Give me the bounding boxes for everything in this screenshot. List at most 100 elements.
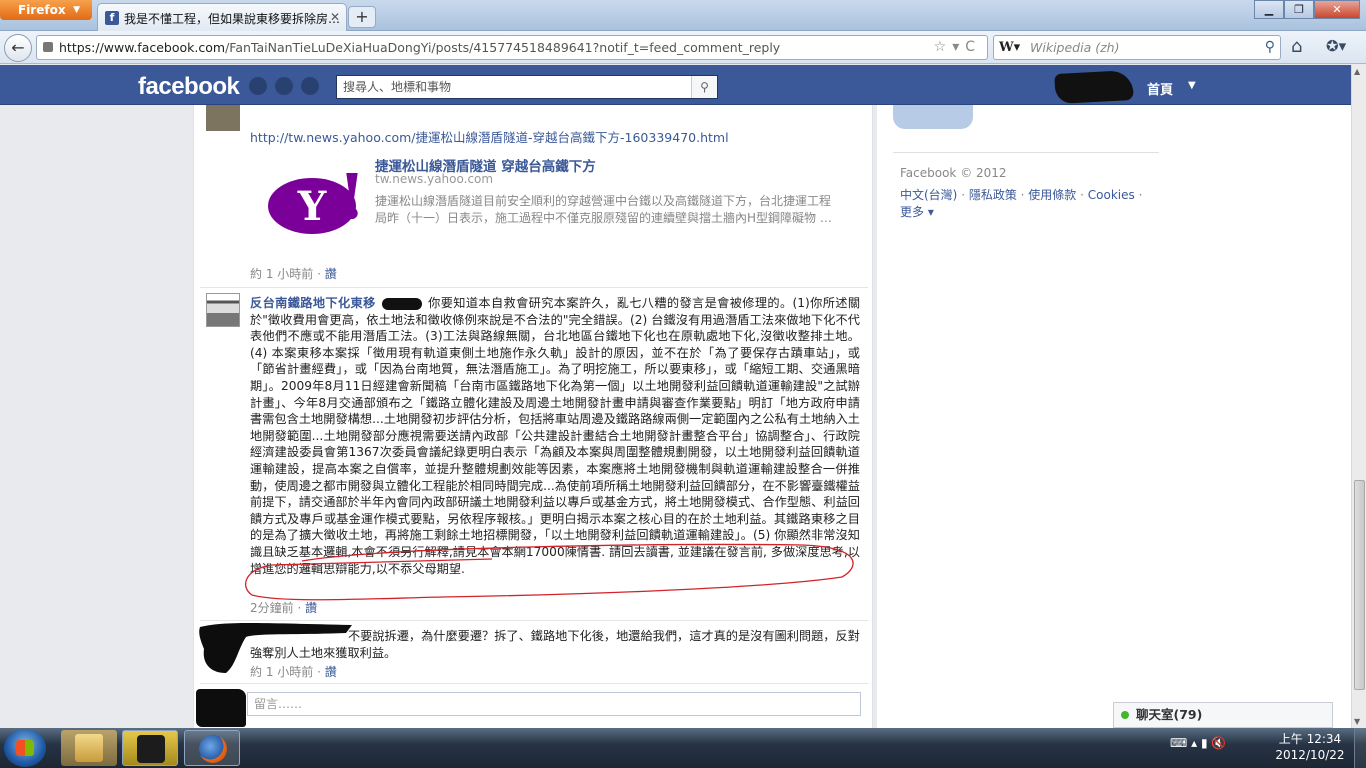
- footer-links: 中文(台灣) · 隱私政策 · 使用條款 · Cookies · 更多 ▾: [900, 188, 1143, 219]
- footer-link-cookies[interactable]: Cookies: [1088, 188, 1135, 202]
- avatar[interactable]: [206, 105, 240, 131]
- svg-text:!: !: [338, 163, 365, 233]
- redacted-user-avatar: [196, 689, 246, 727]
- online-status-icon: [1121, 711, 1129, 719]
- minimize-button[interactable]: ▁: [1254, 0, 1284, 19]
- like-link[interactable]: 讚: [325, 665, 337, 679]
- folder-icon: [75, 734, 103, 762]
- comment-author[interactable]: 反台南鐵路地下化東移: [250, 296, 376, 310]
- page-scrollbar[interactable]: ▲ ▼: [1351, 65, 1366, 728]
- chat-count: (79): [1173, 707, 1203, 722]
- notifications-icon[interactable]: [301, 77, 319, 95]
- show-desktop-button[interactable]: [1354, 728, 1366, 768]
- facebook-favicon-icon: f: [105, 11, 119, 25]
- firefox-icon: [199, 735, 227, 763]
- like-link[interactable]: 讚: [325, 267, 337, 281]
- footer-link-terms[interactable]: 使用條款: [1028, 188, 1076, 202]
- star-icon[interactable]: ☆▾C: [934, 36, 981, 59]
- back-button[interactable]: ←: [4, 34, 32, 62]
- footer-link-privacy[interactable]: 隱私政策: [969, 188, 1017, 202]
- taskbar-app-button[interactable]: [122, 730, 178, 766]
- tab-close-icon[interactable]: ✕: [330, 10, 340, 24]
- notification-jewels: [249, 77, 319, 95]
- home-link[interactable]: 首頁: [1147, 79, 1173, 98]
- comment-body: 不要說拆遷，為什麼要遷？拆了、鐵路地下化後，地還給我們，這才真的是沒有圖利問題，…: [250, 628, 860, 661]
- maximize-button[interactable]: ❐: [1284, 0, 1314, 19]
- address-bar[interactable]: https://www.facebook.com/FanTaiNanTieLuD…: [36, 35, 988, 60]
- scroll-down-arrow-icon[interactable]: ▼: [1354, 717, 1360, 726]
- svg-text:Y: Y: [297, 183, 327, 230]
- tab-title: 我是不懂工程，但如果說東移要拆除房…: [124, 12, 341, 26]
- wikipedia-icon: W▾: [999, 40, 1021, 55]
- browser-search-placeholder: Wikipedia (zh): [1030, 40, 1120, 55]
- firefox-menu-label: Firefox: [18, 3, 66, 17]
- search-icon[interactable]: ⚲: [1265, 36, 1275, 59]
- new-tab-button[interactable]: +: [348, 6, 376, 28]
- footer-more-label: 更多: [900, 205, 925, 219]
- search-icon[interactable]: ⚲: [691, 76, 717, 98]
- browser-tab[interactable]: f 我是不懂工程，但如果說東移要拆除房… ✕: [97, 3, 347, 31]
- like-link[interactable]: 讚: [305, 601, 317, 615]
- right-sidebar: Facebook © 2012 中文(台灣) · 隱私政策 · 使用條款 · C…: [877, 105, 1352, 728]
- facebook-search-placeholder: 搜尋人、地標和事物: [343, 80, 452, 94]
- taskbar-firefox-button[interactable]: [184, 730, 240, 766]
- footer-link-language[interactable]: 中文(台灣): [900, 188, 957, 202]
- red-annotation-circle: [245, 543, 854, 601]
- windows-taskbar: ⌨ ▴ ▮ 🔇 上午 12:34 2012/10/22: [0, 728, 1366, 768]
- comment-time[interactable]: 約 1 小時前: [250, 267, 313, 281]
- taskbar-clock[interactable]: 上午 12:34 2012/10/22: [1270, 731, 1350, 763]
- facebook-search-input[interactable]: 搜尋人、地標和事物 ⚲: [336, 75, 718, 99]
- chat-sidebar-button[interactable]: 聊天室(79): [1113, 702, 1333, 728]
- comment-thread: http://tw.news.yahoo.com/捷運松山線潛盾隧道-穿越台高鐵…: [193, 105, 873, 728]
- windows-logo-icon: [16, 740, 34, 756]
- home-icon[interactable]: ⌂: [1291, 36, 1302, 57]
- taskbar-explorer-button[interactable]: [61, 730, 117, 766]
- facebook-logo[interactable]: facebook: [138, 73, 240, 101]
- bookmarks-icon[interactable]: ✪▾: [1326, 37, 1346, 55]
- chat-label: 聊天室: [1136, 707, 1174, 722]
- comment-body: 反台南鐵路地下化東移 你要知道本自救會研究本案許久，亂七八糟的發言是會被修理的。…: [250, 295, 860, 577]
- messages-icon[interactable]: [275, 77, 293, 95]
- account-dropdown-icon[interactable]: ▼: [1188, 80, 1196, 91]
- link-preview-domain: tw.news.yahoo.com: [375, 172, 494, 186]
- redacted-profile-name: [1054, 69, 1134, 105]
- speech-bubble-graphic: [893, 105, 973, 129]
- comment-text: 不要說拆遷，為什麼要遷？拆了、鐵路地下化後，地還給我們，這才真的是沒有圖利問題，…: [250, 629, 860, 660]
- copyright-text: Facebook © 2012: [900, 166, 1007, 180]
- comment-meta: 2分鐘前 · 讚: [250, 601, 318, 615]
- firefox-menu-button[interactable]: Firefox ▼: [0, 0, 92, 20]
- system-tray-icons[interactable]: ⌨ ▴ ▮ 🔇: [1170, 736, 1226, 750]
- shared-link-url[interactable]: http://tw.news.yahoo.com/捷運松山線潛盾隧道-穿越台高鐵…: [250, 127, 729, 146]
- comment-time[interactable]: 約 1 小時前: [250, 665, 313, 679]
- avatar[interactable]: [206, 293, 240, 327]
- clock-time: 上午 12:34: [1278, 732, 1342, 746]
- app-icon: [137, 735, 165, 763]
- url-host: https://www.facebook.com: [59, 40, 226, 55]
- comment-input-placeholder: 留言……: [254, 697, 303, 711]
- url-path: /FanTaiNanTieLuDeXiaHuaDongYi/posts/4157…: [225, 40, 781, 55]
- comment-meta: 約 1 小時前 · 讚: [250, 267, 337, 281]
- clock-date: 2012/10/22: [1275, 748, 1345, 762]
- comment-meta: 約 1 小時前 · 讚: [250, 665, 337, 679]
- link-preview-description: 捷運松山線潛盾隧道目前安全順利的穿越營運中台鐵以及高鐵隧道下方，台北捷運工程局昨…: [375, 194, 832, 225]
- comment-text: 你要知道本自救會研究本案許久，亂七八糟的發言是會被修理的。(1)你所述關於"徵收…: [250, 296, 861, 576]
- scroll-up-arrow-icon[interactable]: ▲: [1354, 67, 1360, 76]
- browser-search-box[interactable]: W▾ Wikipedia (zh) ⚲: [993, 35, 1281, 60]
- comment-divider: [200, 287, 868, 288]
- window-controls: ▁ ❐ ✕: [1254, 0, 1360, 19]
- window-close-button[interactable]: ✕: [1314, 0, 1360, 19]
- comment-time[interactable]: 2分鐘前: [250, 601, 294, 615]
- start-button[interactable]: [4, 729, 46, 767]
- scrollbar-thumb[interactable]: [1354, 480, 1365, 690]
- sidebar-divider: [893, 152, 1159, 153]
- friend-requests-icon[interactable]: [249, 77, 267, 95]
- yahoo-logo-image[interactable]: Y !: [266, 163, 368, 245]
- footer-link-more[interactable]: 更多 ▾: [900, 205, 934, 219]
- redacted-mention: [381, 297, 422, 310]
- comment-input[interactable]: 留言……: [247, 692, 861, 716]
- browser-tab-strip: Firefox ▼ f 我是不懂工程，但如果說東移要拆除房… ✕ + ▁ ❐ ✕: [0, 0, 1366, 31]
- browser-nav-bar: ← https://www.facebook.com/FanTaiNanTieL…: [0, 31, 1366, 64]
- comment-divider: [200, 683, 868, 684]
- lock-icon: [43, 42, 53, 52]
- chevron-down-icon: ▼: [73, 5, 80, 15]
